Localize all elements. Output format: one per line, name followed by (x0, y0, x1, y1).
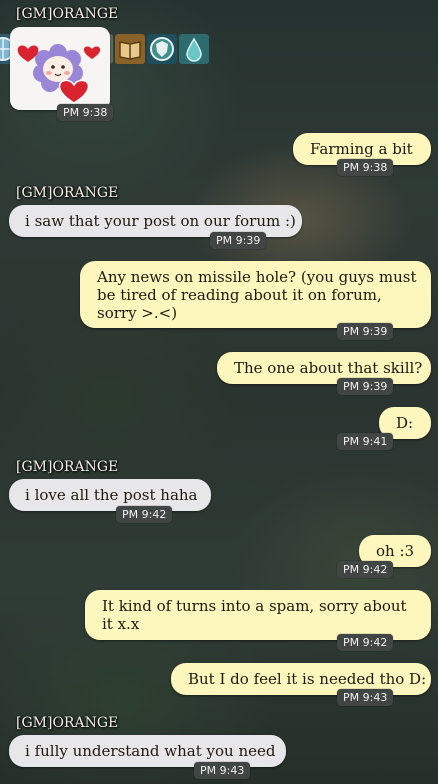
sender-name: [GM]ORANGE (16, 185, 119, 201)
message-timestamp: PM 9:43 (337, 689, 394, 706)
message-text: i fully understand what you need (25, 742, 276, 760)
message-timestamp: PM 9:42 (337, 634, 394, 651)
message-text: i saw that your post on our forum :) (25, 212, 296, 230)
message-text: i love all the post haha (25, 486, 198, 504)
message-text: It kind of turns into a spam, sorry abou… (102, 597, 407, 633)
message-text: Farming a bit (310, 140, 413, 158)
message-timestamp: PM 9:42 (337, 561, 394, 578)
message-text: D: (396, 414, 414, 432)
message-timestamp: PM 9:38 (337, 159, 394, 176)
message-timestamp: PM 9:39 (337, 378, 394, 395)
book-icon (115, 34, 145, 64)
message-text: But I do feel it is needed tho D: (188, 670, 427, 688)
outgoing-message[interactable]: Any news on missile hole? (you guys must… (80, 261, 431, 328)
incoming-message[interactable]: i love all the post haha (9, 479, 211, 511)
outgoing-message[interactable]: The one about that skill? (217, 352, 431, 384)
message-timestamp: PM 9:43 (194, 762, 251, 779)
sender-name: [GM]ORANGE (16, 715, 119, 731)
sticker-message[interactable] (10, 27, 110, 110)
sender-name: [GM]ORANGE (16, 459, 119, 475)
shield-icon (147, 34, 177, 64)
sheep-hearts-sticker (17, 44, 101, 104)
message-timestamp: PM 9:38 (57, 104, 114, 121)
message-timestamp: PM 9:41 (337, 433, 394, 450)
message-timestamp: PM 9:39 (337, 323, 394, 340)
message-text: oh :3 (376, 542, 415, 560)
message-timestamp: PM 9:39 (210, 232, 267, 249)
message-text: The one about that skill? (234, 359, 423, 377)
message-timestamp: PM 9:42 (116, 506, 173, 523)
water-drop-icon (179, 34, 209, 64)
sender-name: [GM]ORANGE (16, 6, 119, 22)
outgoing-message[interactable]: It kind of turns into a spam, sorry abou… (85, 590, 431, 640)
message-text: Any news on missile hole? (you guys must… (97, 268, 417, 322)
